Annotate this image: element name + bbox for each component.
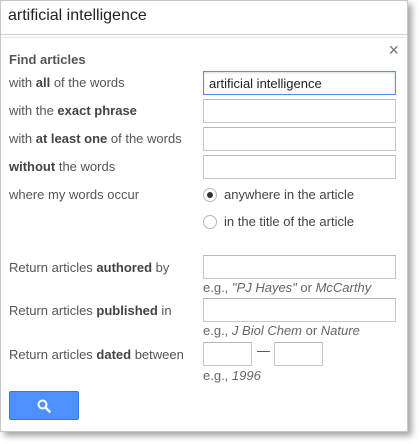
where-words-occur-label: where my words occur xyxy=(9,187,140,202)
authored-by-label: Return articles authored by xyxy=(9,260,170,275)
author-input[interactable] xyxy=(203,255,396,279)
occur-title-label: in the title of the article xyxy=(224,214,355,229)
without-words-label: without the words xyxy=(9,159,116,174)
date-from-input[interactable] xyxy=(203,342,252,366)
published-in-label: Return articles published in xyxy=(9,303,172,318)
radio-dot xyxy=(207,191,213,198)
at-least-one-label: with at least one of the words xyxy=(9,131,182,146)
advanced-search-dialog: artificial intelligence × Find articles … xyxy=(0,0,408,432)
date-to-input[interactable] xyxy=(274,342,323,366)
search-icon xyxy=(37,399,51,413)
occur-anywhere-option[interactable]: anywhere in the article xyxy=(203,187,354,202)
find-articles-heading: Find articles xyxy=(9,52,86,67)
dated-between-label: Return articles dated between xyxy=(9,347,184,362)
publication-input[interactable] xyxy=(203,298,396,322)
at-least-one-input[interactable] xyxy=(203,127,396,151)
publication-hint: e.g., J Biol Chem or Nature xyxy=(203,323,360,338)
date-hint: e.g., 1996 xyxy=(203,368,261,383)
occur-title-option[interactable]: in the title of the article xyxy=(203,214,354,229)
exact-phrase-label: with the exact phrase xyxy=(9,103,137,118)
divider xyxy=(1,37,407,38)
close-icon[interactable]: × xyxy=(388,41,399,59)
occur-anywhere-label: anywhere in the article xyxy=(224,187,355,202)
without-words-input[interactable] xyxy=(203,155,396,179)
radio-button[interactable] xyxy=(203,214,217,229)
all-words-label: with all of the words xyxy=(9,75,125,90)
search-query-text[interactable]: artificial intelligence xyxy=(8,7,147,25)
all-words-input[interactable] xyxy=(203,71,396,95)
exact-phrase-input[interactable] xyxy=(203,99,396,123)
date-separator: — xyxy=(257,343,270,358)
radio-button-selected[interactable] xyxy=(203,187,217,202)
search-bar[interactable]: artificial intelligence xyxy=(1,1,407,35)
search-button[interactable] xyxy=(9,391,79,420)
author-hint: e.g., "PJ Hayes" or McCarthy xyxy=(203,280,372,295)
